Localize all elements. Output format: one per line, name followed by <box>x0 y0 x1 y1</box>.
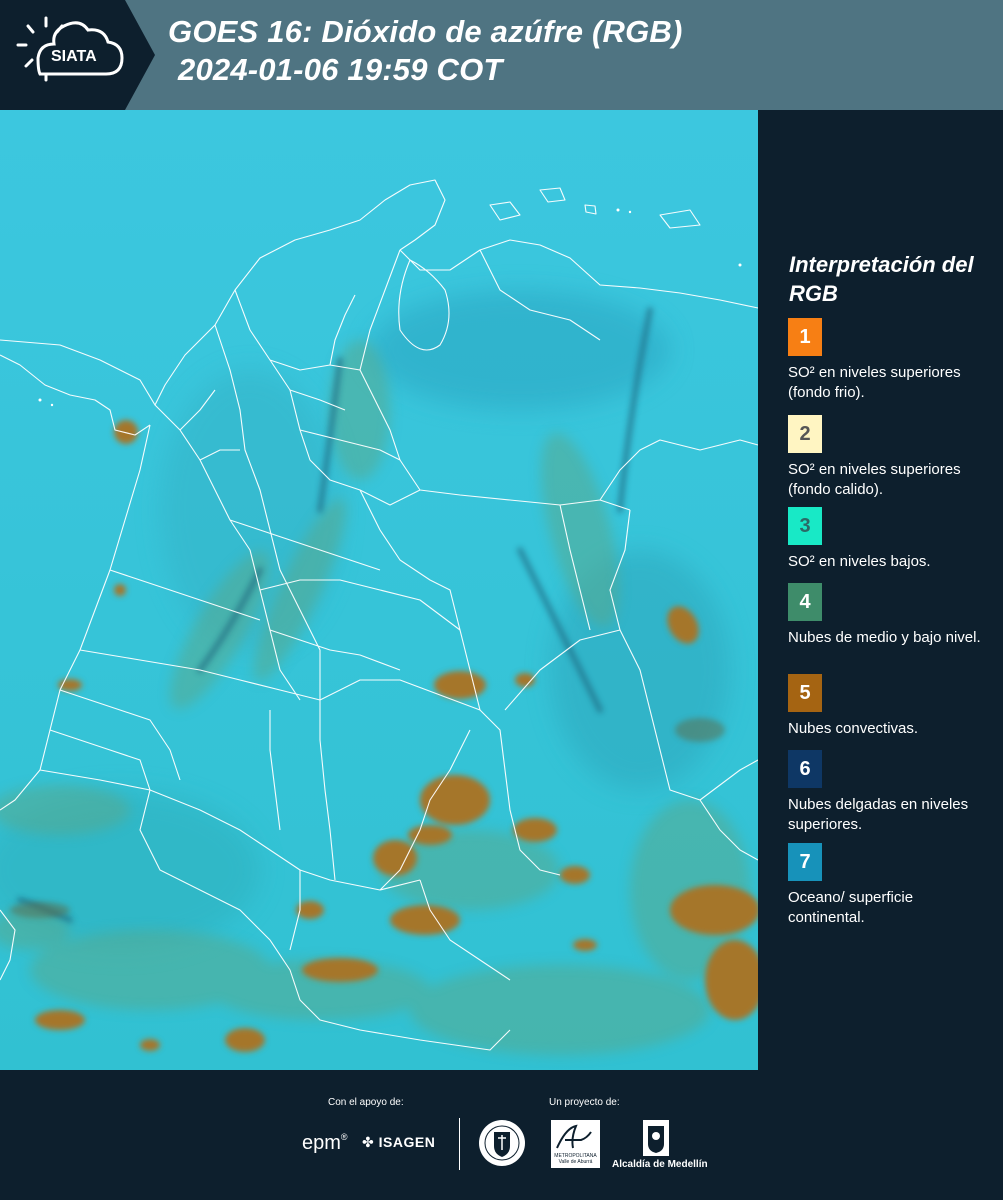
legend-item-5: 5 Nubes convectivas. <box>788 674 993 739</box>
legend-label: Oceano/ superficie continental. <box>788 889 914 926</box>
legend-item-4: 4 Nubes de medio y bajo nivel. <box>788 583 993 648</box>
legend-swatch: 1 <box>788 318 822 356</box>
area-metropolitana-logo: METROPOLITANA Valle de Aburrá <box>551 1120 600 1168</box>
legend-label: Nubes delgadas en niveles superiores. <box>788 796 969 833</box>
medellin-seal-icon <box>479 1120 525 1166</box>
siata-logo: SIATA <box>0 0 155 110</box>
legend-panel: Interpretación del RGB 1 SO² en niveles s… <box>758 110 1003 1070</box>
title-line-2: 2024-01-06 19:59 COT <box>178 52 503 87</box>
legend-label: SO² en niveles bajos. <box>788 553 931 570</box>
isagen-logo-text: ISAGEN <box>378 1134 436 1150</box>
title-line-1: GOES 16: Dióxido de azúfre (RGB) <box>168 14 683 49</box>
epm-logo: epm® <box>302 1132 348 1154</box>
support-label: Con el apoyo de: <box>328 1097 404 1108</box>
legend-title: Interpretación del RGB <box>789 252 974 306</box>
project-label: Un proyecto de: <box>549 1097 620 1108</box>
legend-item-6: 6 Nubes delgadas en niveles superiores. <box>788 750 993 835</box>
footer-divider <box>459 1118 460 1170</box>
legend-item-3: 3 SO² en niveles bajos. <box>788 507 993 572</box>
legend-item-1: 1 SO² en niveles superiores (fondo frio). <box>788 318 993 403</box>
legend-item-2: 2 SO² en niveles superiores (fondo calido… <box>788 415 993 500</box>
header-bar: SIATA GOES 16: Dióxido de azúfre (RGB) 2… <box>0 0 1003 110</box>
satellite-map <box>0 110 758 1070</box>
legend-item-7: 7 Oceano/ superficie continental. <box>788 843 993 928</box>
legend-label: SO² en niveles superiores (fondo frio). <box>788 364 961 401</box>
legend-swatch: 3 <box>788 507 822 545</box>
satellite-image <box>0 110 758 1070</box>
alcaldia-shield-icon <box>643 1120 669 1156</box>
isagen-logo: ✤ ISAGEN <box>362 1134 435 1151</box>
legend-swatch: 4 <box>788 583 822 621</box>
siata-logo-text: SIATA <box>51 48 97 65</box>
legend-label: Nubes de medio y bajo nivel. <box>788 629 981 646</box>
footer-bar: Con el apoyo de: Un proyecto de: epm® ✤ … <box>0 1070 1003 1200</box>
area-logo-icon <box>556 1124 592 1149</box>
legend-swatch: 5 <box>788 674 822 712</box>
legend-swatch: 7 <box>788 843 822 881</box>
legend-swatch: 6 <box>788 750 822 788</box>
isagen-logo-icon: ✤ <box>362 1134 375 1150</box>
alcaldia-label: Alcaldía de Medellín <box>612 1159 708 1170</box>
area-logo-sublabel: Valle de Aburrá <box>558 1159 593 1165</box>
legend-label: SO² en niveles superiores (fondo calido)… <box>788 461 961 498</box>
legend-label: Nubes convectivas. <box>788 720 919 737</box>
legend-swatch: 2 <box>788 415 822 453</box>
epm-logo-text: epm <box>302 1132 341 1154</box>
siata-logo-icon: SIATA <box>0 0 155 110</box>
